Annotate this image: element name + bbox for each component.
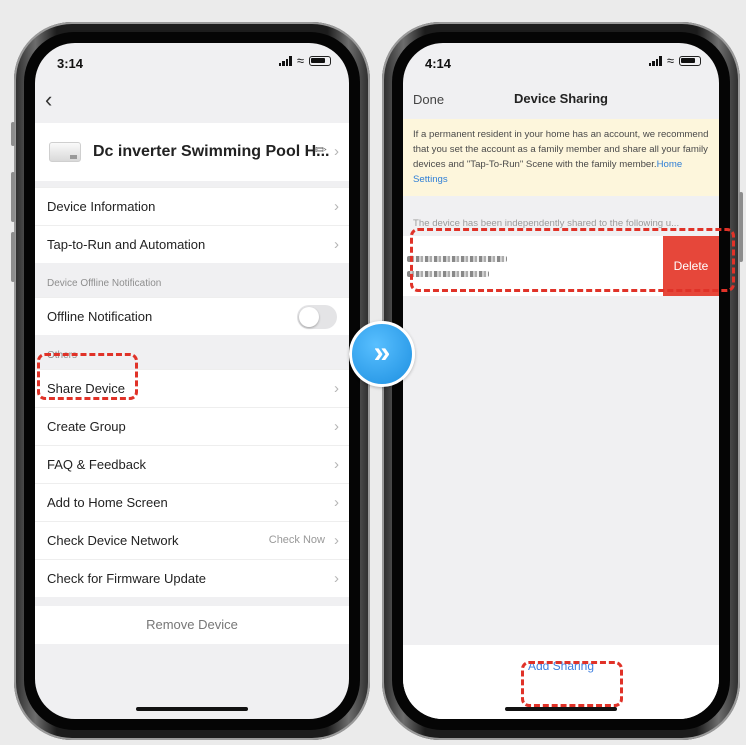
chevron-right-icon: › — [334, 532, 339, 549]
battery-icon — [309, 56, 331, 66]
status-icons: ≈ — [648, 53, 701, 68]
row-firmware-update[interactable]: Check for Firmware Update › — [35, 559, 349, 597]
page-title: Device Sharing — [514, 91, 608, 106]
chevron-right-icon: › — [334, 143, 339, 160]
offline-notification-toggle[interactable] — [297, 305, 337, 329]
section-header-offline: Device Offline Notification — [47, 278, 162, 289]
status-time: 3:14 — [57, 56, 84, 71]
nav-bar: Done Device Sharing — [403, 83, 719, 115]
chevron-right-icon: › — [334, 198, 339, 215]
power-button — [739, 192, 743, 262]
row-add-to-home-screen[interactable]: Add to Home Screen › — [35, 483, 349, 521]
battery-icon — [679, 56, 701, 66]
add-sharing-highlight — [521, 661, 623, 707]
home-indicator — [505, 707, 617, 711]
chevron-right-icon: › — [334, 456, 339, 473]
device-name: Dc inverter Swimming Pool H... — [93, 143, 330, 160]
status-icons: ≈ — [278, 53, 331, 68]
row-label: Offline Notification — [47, 309, 153, 324]
row-create-group[interactable]: Create Group › — [35, 407, 349, 445]
row-tap-to-run[interactable]: Tap-to-Run and Automation › — [35, 225, 349, 263]
row-label: Check Device Network — [47, 533, 179, 548]
family-member-notice: If a permanent resident in your home has… — [403, 119, 719, 196]
volume-down-button — [11, 232, 15, 282]
device-sharing-screen: 4:14 ≈ Done Device Sharing If a permanen… — [403, 43, 719, 719]
status-bar: 3:14 ≈ — [35, 43, 349, 83]
shared-user-highlight — [410, 228, 735, 292]
row-label: Check for Firmware Update — [47, 571, 206, 586]
pencil-icon[interactable]: ✏ — [314, 141, 327, 159]
back-chevron-icon[interactable]: ‹ — [45, 87, 52, 113]
row-device-information[interactable]: Device Information › — [35, 187, 349, 225]
row-faq-feedback[interactable]: FAQ & Feedback › — [35, 445, 349, 483]
remove-device-label: Remove Device — [146, 617, 238, 632]
signal-icon — [648, 56, 662, 66]
row-label: FAQ & Feedback — [47, 457, 146, 472]
wifi-icon: ≈ — [666, 53, 674, 68]
chevron-right-icon: › — [334, 494, 339, 511]
status-bar: 4:14 ≈ — [403, 43, 719, 83]
row-label: Device Information — [47, 199, 156, 214]
chevron-right-icon: › — [334, 236, 339, 253]
row-offline-notification: Offline Notification — [35, 297, 349, 335]
row-label: Add to Home Screen — [47, 495, 168, 510]
chevron-right-icon: › — [334, 380, 339, 397]
remove-device-button[interactable]: Remove Device — [35, 606, 349, 644]
row-label: Create Group — [47, 419, 126, 434]
chevron-right-icon: › — [334, 418, 339, 435]
double-chevron-right-icon: » — [349, 321, 415, 387]
device-thumbnail — [49, 142, 81, 162]
status-time: 4:14 — [425, 56, 452, 71]
wifi-icon: ≈ — [296, 53, 304, 68]
share-device-highlight — [37, 353, 138, 400]
device-header[interactable]: Dc inverter Swimming Pool H... ✏ › — [35, 123, 349, 181]
row-label: Tap-to-Run and Automation — [47, 237, 206, 252]
chevron-right-icon: › — [334, 570, 339, 587]
check-now-link[interactable]: Check Now — [269, 534, 325, 546]
home-indicator — [136, 707, 248, 711]
volume-up-button — [11, 172, 15, 222]
composite-screenshot: 3:14 ≈ ‹ Dc inverter Swimming Pool H... … — [0, 0, 746, 745]
signal-icon — [278, 56, 292, 66]
right-phone-frame: 4:14 ≈ Done Device Sharing If a permanen… — [382, 22, 743, 740]
mute-button — [11, 122, 15, 146]
row-check-device-network[interactable]: Check Device Network Check Now › — [35, 521, 349, 559]
